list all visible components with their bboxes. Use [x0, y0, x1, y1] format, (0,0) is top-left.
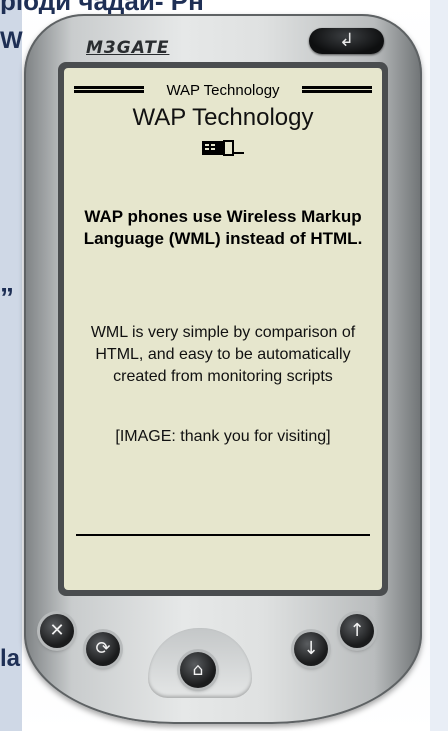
screen-header: WAP Technology: [64, 80, 382, 100]
background-left-strip: [0, 0, 22, 731]
brand-logo: M3GATE: [86, 38, 170, 58]
divider: [76, 534, 370, 536]
arrow-down-icon: ↓: [303, 638, 319, 659]
background-text-fragment-quote: ”: [0, 282, 14, 313]
arrow-up-icon: ↑: [349, 620, 365, 641]
image-placeholder: [IMAGE: thank you for visiting]: [115, 428, 331, 445]
home-button[interactable]: ⌂: [180, 652, 216, 688]
header-bar-right: [302, 86, 372, 93]
refresh-button[interactable]: ⟳: [86, 632, 120, 666]
background-text-fragment-w: W: [0, 27, 23, 54]
back-button[interactable]: ↲: [309, 28, 384, 54]
wap-phone-icon: [202, 140, 244, 156]
background-text-fragment-la: la: [0, 645, 21, 672]
description-text: WML is very simple by comparison of HTML…: [90, 324, 356, 385]
home-icon: ⌂: [192, 660, 204, 680]
background-heading-fragment: ріоди чадаи- Рн: [0, 0, 448, 14]
background-right-strip: [430, 0, 448, 731]
page-title: WAP Technology: [132, 104, 314, 131]
wap-screen: WAP Technology WAP Technology WAP phones…: [64, 68, 382, 590]
intro-bold-text: WAP phones use Wireless Markup Language …: [83, 207, 363, 248]
refresh-icon: ⟳: [95, 638, 111, 659]
close-icon: ✕: [49, 620, 65, 641]
back-arrow-icon: ↲: [338, 30, 355, 51]
scroll-up-button[interactable]: ↑: [340, 614, 374, 648]
close-button[interactable]: ✕: [40, 614, 74, 648]
scroll-down-button[interactable]: ↓: [294, 632, 328, 666]
